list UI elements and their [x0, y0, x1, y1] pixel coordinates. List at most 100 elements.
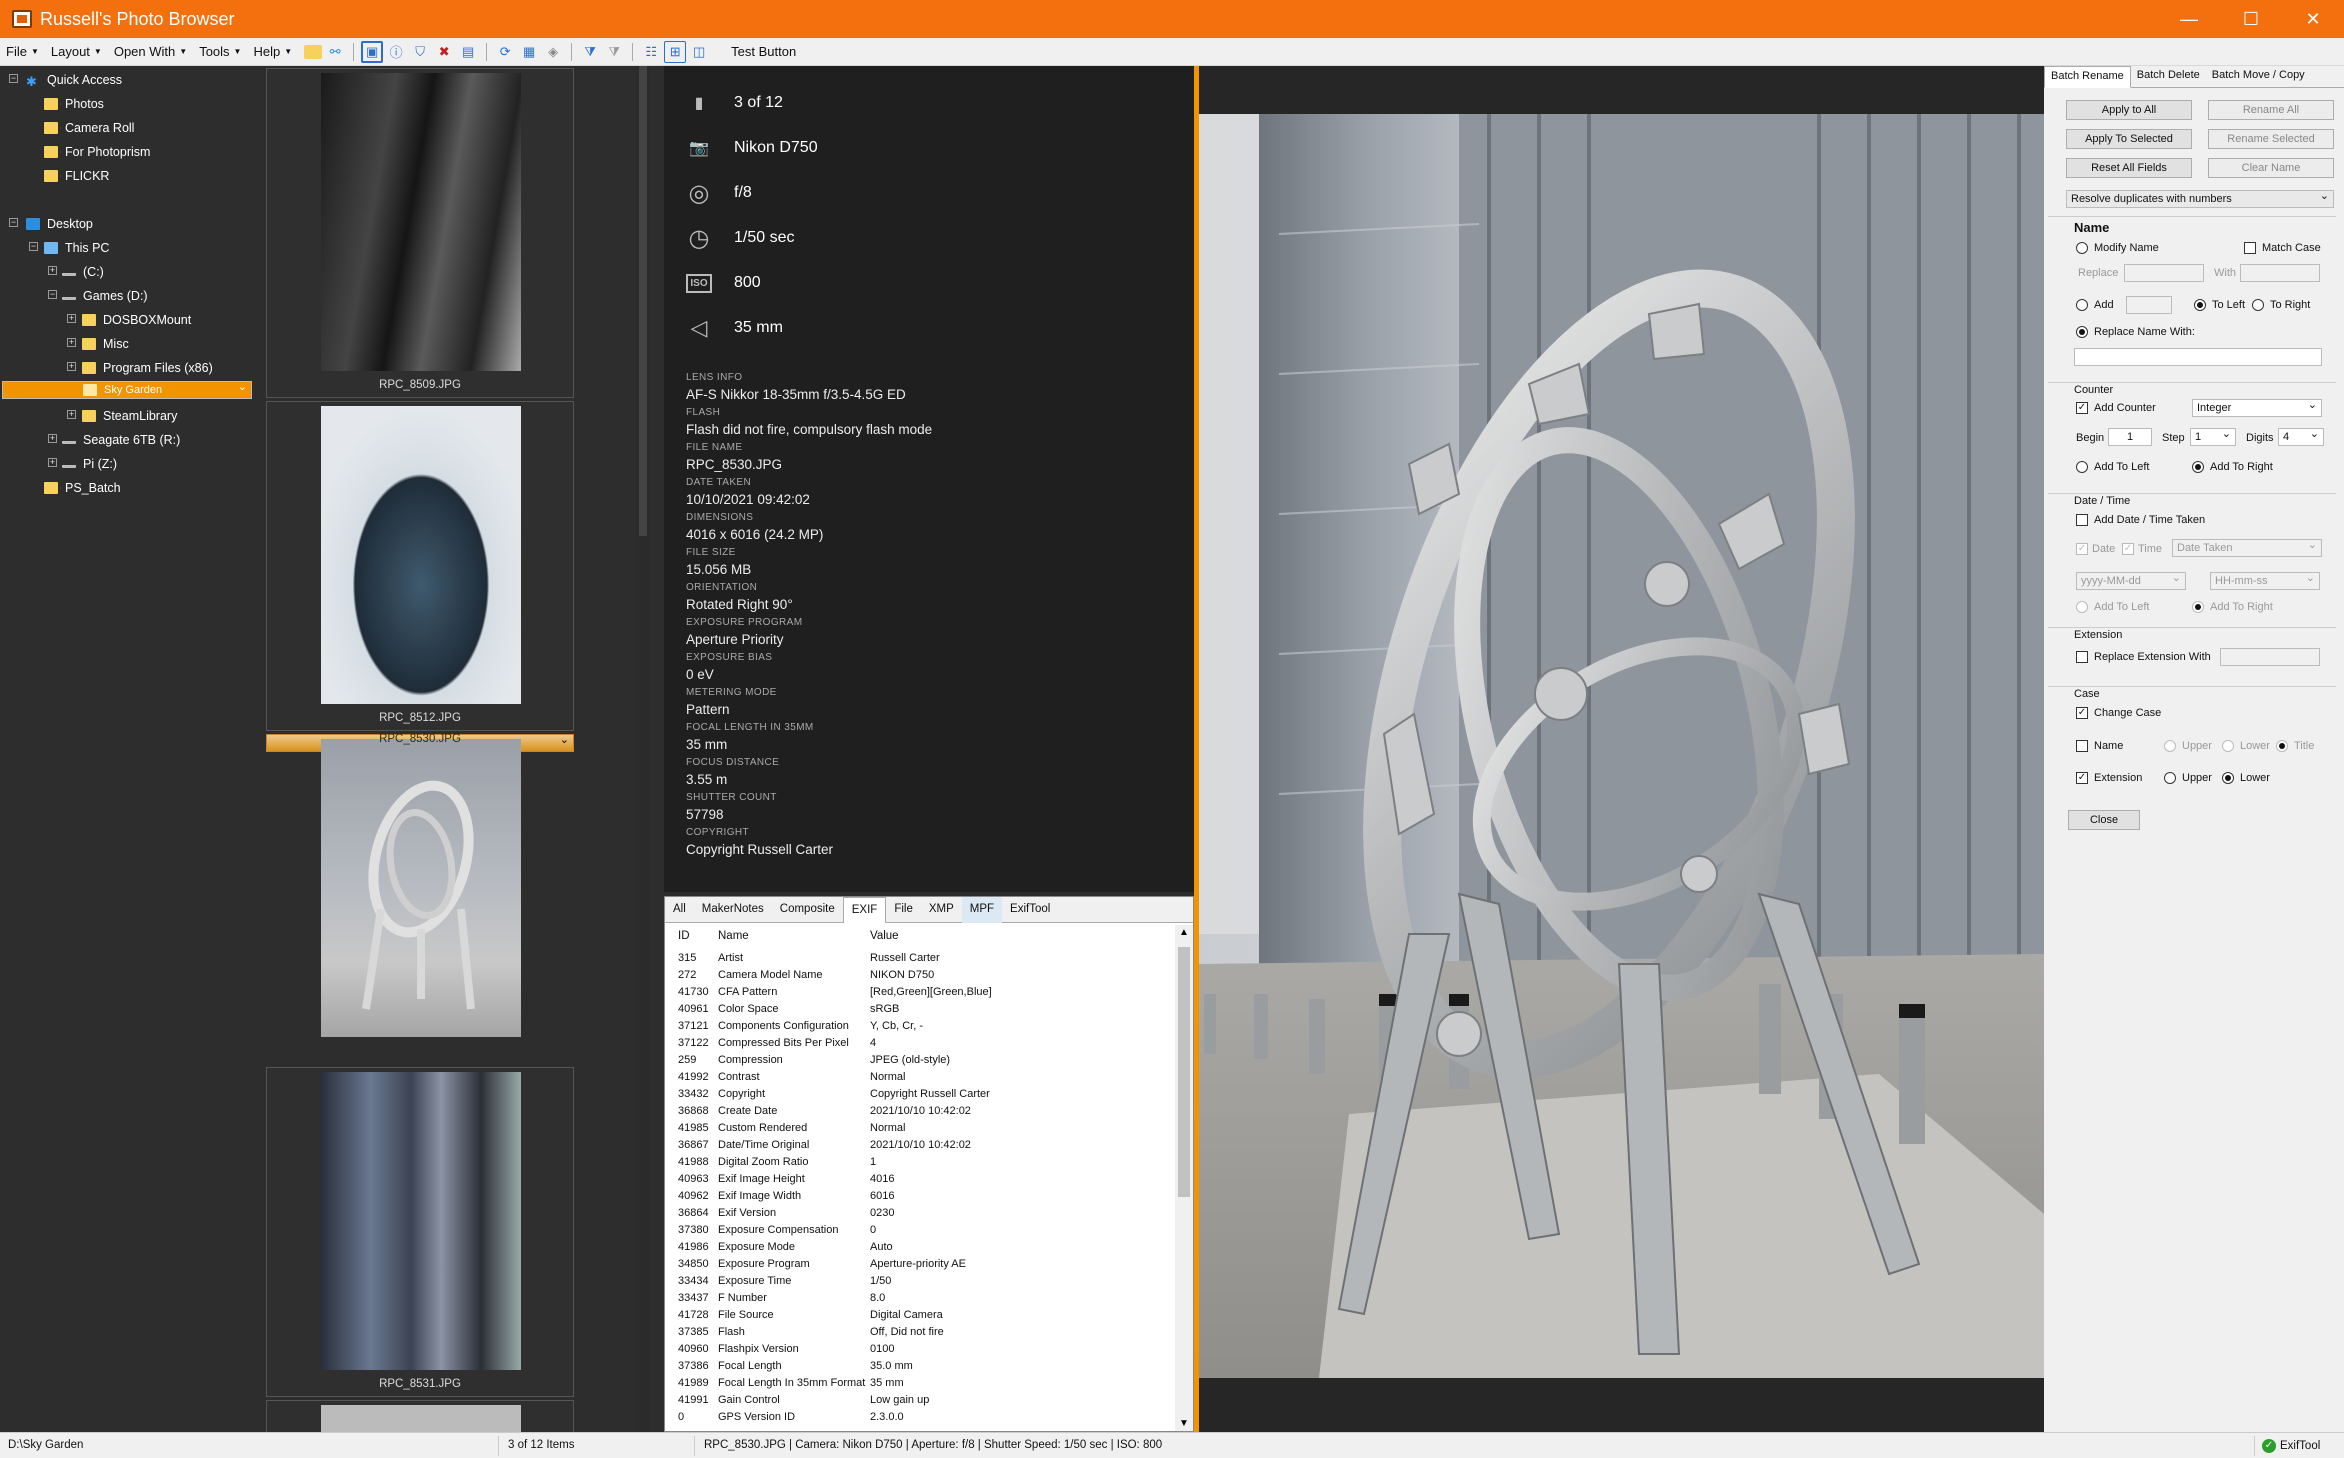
layout-preview-icon[interactable]: ◫: [688, 41, 710, 63]
tab-all[interactable]: All: [665, 897, 694, 923]
tree-steamlibrary[interactable]: SteamLibrary: [82, 405, 177, 427]
tab-file[interactable]: File: [886, 897, 921, 923]
begin-input[interactable]: 1: [2108, 428, 2152, 446]
exif-row[interactable]: 41985 Custom Rendered Normal: [665, 1119, 1175, 1136]
name-title-radio[interactable]: [2276, 740, 2288, 752]
tab-mpf[interactable]: MPF: [961, 897, 1003, 923]
column-value[interactable]: Value: [870, 930, 1070, 942]
date-add-left-radio[interactable]: [2076, 601, 2088, 613]
exif-row[interactable]: 37121 Components Configuration Y, Cb, Cr, …: [665, 1017, 1175, 1034]
exif-row[interactable]: 0 GPS Version ID 2.3.0.0: [665, 1408, 1175, 1425]
tab-exiftool[interactable]: ExifTool: [1002, 897, 1058, 923]
tree-pi[interactable]: Pi (Z:): [62, 453, 117, 475]
to-right-radio[interactable]: [2252, 299, 2264, 311]
tree-camera-roll[interactable]: Camera Roll: [44, 117, 134, 139]
add-counter-checkbox[interactable]: ✓: [2076, 402, 2088, 414]
expand-icon[interactable]: +: [48, 434, 57, 443]
expand-icon[interactable]: +: [67, 338, 76, 347]
thumbnail-item[interactable]: RPC_8509.JPG: [266, 68, 574, 398]
tree-c-drive[interactable]: (C:): [62, 261, 104, 283]
to-left-radio[interactable]: [2194, 299, 2206, 311]
exif-row[interactable]: 37386 Focal Length 35.0 mm: [665, 1357, 1175, 1374]
ext-lower-radio[interactable]: [2222, 772, 2234, 784]
menu-open-with[interactable]: Open With ▼: [108, 38, 193, 66]
tree-ps-batch[interactable]: PS_Batch: [44, 477, 121, 499]
collapse-icon[interactable]: −: [48, 290, 57, 299]
tree-flickr[interactable]: FLICKR: [44, 165, 109, 187]
counter-type-select[interactable]: Integer: [2192, 398, 2322, 417]
expand-icon[interactable]: +: [48, 266, 57, 275]
expand-icon[interactable]: +: [67, 362, 76, 371]
close-panel-button[interactable]: Close: [2068, 810, 2140, 830]
expand-icon[interactable]: +: [48, 458, 57, 467]
tree-sky-garden[interactable]: Sky Garden: [2, 380, 252, 399]
ext-upper-radio[interactable]: [2164, 772, 2176, 784]
status-exiftool[interactable]: ✓ ExifTool: [2262, 1439, 2320, 1453]
tree-photos[interactable]: Photos: [44, 93, 104, 115]
exif-row[interactable]: 41992 Contrast Normal: [665, 1068, 1175, 1085]
exif-row[interactable]: 41988 Digital Zoom Ratio 1: [665, 1153, 1175, 1170]
duplicates-select[interactable]: Resolve duplicates with numbers: [2066, 189, 2334, 208]
tab-batch-move-copy[interactable]: Batch Move / Copy: [2206, 66, 2311, 88]
tab-xmp[interactable]: XMP: [921, 897, 962, 923]
modify-name-radio[interactable]: [2076, 242, 2088, 254]
apply-to-selected-button[interactable]: Apply To Selected: [2066, 129, 2192, 149]
delete-icon[interactable]: ✖: [433, 41, 455, 63]
add-date-checkbox[interactable]: [2076, 514, 2088, 526]
tag-icon[interactable]: ◈: [542, 41, 564, 63]
tree-this-pc[interactable]: This PC: [44, 237, 109, 259]
exif-row[interactable]: 41989 Focal Length In 35mm Format 35 mm: [665, 1374, 1175, 1391]
replace-name-input[interactable]: [2074, 348, 2322, 366]
tree-misc[interactable]: Misc: [82, 333, 129, 355]
with-input[interactable]: [2240, 264, 2320, 282]
filter-off-icon[interactable]: ⧩: [603, 41, 625, 63]
time-checkbox[interactable]: ✓: [2122, 543, 2134, 555]
tree-dosbox[interactable]: DOSBOXMount: [82, 309, 191, 331]
replace-input[interactable]: [2124, 264, 2204, 282]
exif-row[interactable]: 40960 Flashpix Version 0100: [665, 1340, 1175, 1357]
minimize-button[interactable]: —: [2158, 0, 2220, 38]
scroll-thumb[interactable]: [1178, 947, 1190, 1197]
exif-row[interactable]: 37122 Compressed Bits Per Pixel 4: [665, 1034, 1175, 1051]
change-case-checkbox[interactable]: ✓: [2076, 707, 2088, 719]
grid-icon[interactable]: ▦: [518, 41, 540, 63]
step-select[interactable]: 1: [2190, 427, 2236, 446]
expand-icon[interactable]: +: [67, 314, 76, 323]
rename-all-button[interactable]: Rename All: [2208, 100, 2334, 120]
date-checkbox[interactable]: ✓: [2076, 543, 2088, 555]
exif-row[interactable]: 37385 Flash Off, Did not fire: [665, 1323, 1175, 1340]
tab-makernotes[interactable]: MakerNotes: [694, 897, 772, 923]
exif-row[interactable]: 41986 Exposure Mode Auto: [665, 1238, 1175, 1255]
add-radio[interactable]: [2076, 299, 2088, 311]
menu-layout[interactable]: Layout ▼: [45, 38, 108, 66]
exif-row[interactable]: 36867 Date/Time Original 2021/10/10 10:42:…: [665, 1136, 1175, 1153]
exif-row[interactable]: 33437 F Number 8.0: [665, 1289, 1175, 1306]
exif-scrollbar[interactable]: ▲ ▼: [1175, 925, 1193, 1431]
column-id[interactable]: ID: [665, 930, 718, 942]
thumbnail-scrollbar[interactable]: [636, 66, 650, 1432]
date-format-select[interactable]: yyyy-MM-dd: [2076, 571, 2186, 590]
scroll-down-icon[interactable]: ▼: [1179, 1418, 1189, 1429]
exif-row[interactable]: 40963 Exif Image Height 4016: [665, 1170, 1175, 1187]
tree-seagate[interactable]: Seagate 6TB (R:): [62, 429, 180, 451]
select-icon[interactable]: ▣: [361, 40, 384, 63]
network-icon[interactable]: ⚯: [324, 41, 346, 63]
time-format-select[interactable]: HH-mm-ss: [2210, 571, 2320, 590]
menu-file[interactable]: File ▼: [0, 38, 45, 66]
scroll-thumb[interactable]: [639, 66, 647, 536]
tab-exif[interactable]: EXIF: [842, 897, 887, 923]
tab-batch-delete[interactable]: Batch Delete: [2131, 66, 2206, 88]
shield-icon[interactable]: ⛉: [409, 41, 431, 63]
tree-program-files[interactable]: Program Files (x86): [82, 357, 213, 379]
counter-add-left-radio[interactable]: [2076, 461, 2088, 473]
exif-row[interactable]: 41730 CFA Pattern [Red,Green][Green,Blue]: [665, 983, 1175, 1000]
exif-row[interactable]: 41991 Gain Control Low gain up: [665, 1391, 1175, 1408]
test-button[interactable]: Test Button: [725, 38, 802, 66]
scroll-up-icon[interactable]: ▲: [1179, 927, 1189, 938]
tree-for-photoprism[interactable]: For Photoprism: [44, 141, 150, 163]
layout-details-icon[interactable]: ☷: [640, 41, 662, 63]
exif-row[interactable]: 33434 Exposure Time 1/50: [665, 1272, 1175, 1289]
thumbnail-item[interactable]: RPC_8531.JPG: [266, 1067, 574, 1397]
column-name[interactable]: Name: [718, 930, 870, 942]
exif-row[interactable]: 259 Compression JPEG (old-style): [665, 1051, 1175, 1068]
